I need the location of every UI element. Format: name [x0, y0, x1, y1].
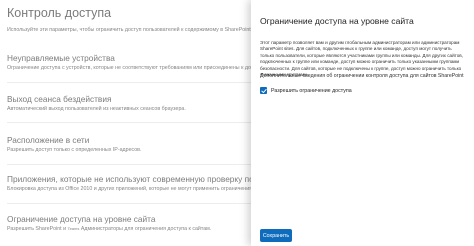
panel-more-info: Дополнительные сведения об ограничении к…: [260, 73, 464, 79]
restrict-access-checkbox[interactable]: [260, 87, 267, 94]
restrict-access-checkbox-row[interactable]: Разрешить ограничение доступа: [260, 87, 352, 94]
restrict-access-checkbox-label[interactable]: Разрешить ограничение доступа: [271, 88, 352, 94]
save-button[interactable]: Сохранить: [260, 229, 292, 242]
panel-title: Ограничение доступа на уровне сайта: [260, 16, 414, 26]
checkmark-icon: [260, 88, 267, 93]
site-restriction-panel: Ограничение доступа на уровне сайта Этот…: [251, 0, 474, 246]
